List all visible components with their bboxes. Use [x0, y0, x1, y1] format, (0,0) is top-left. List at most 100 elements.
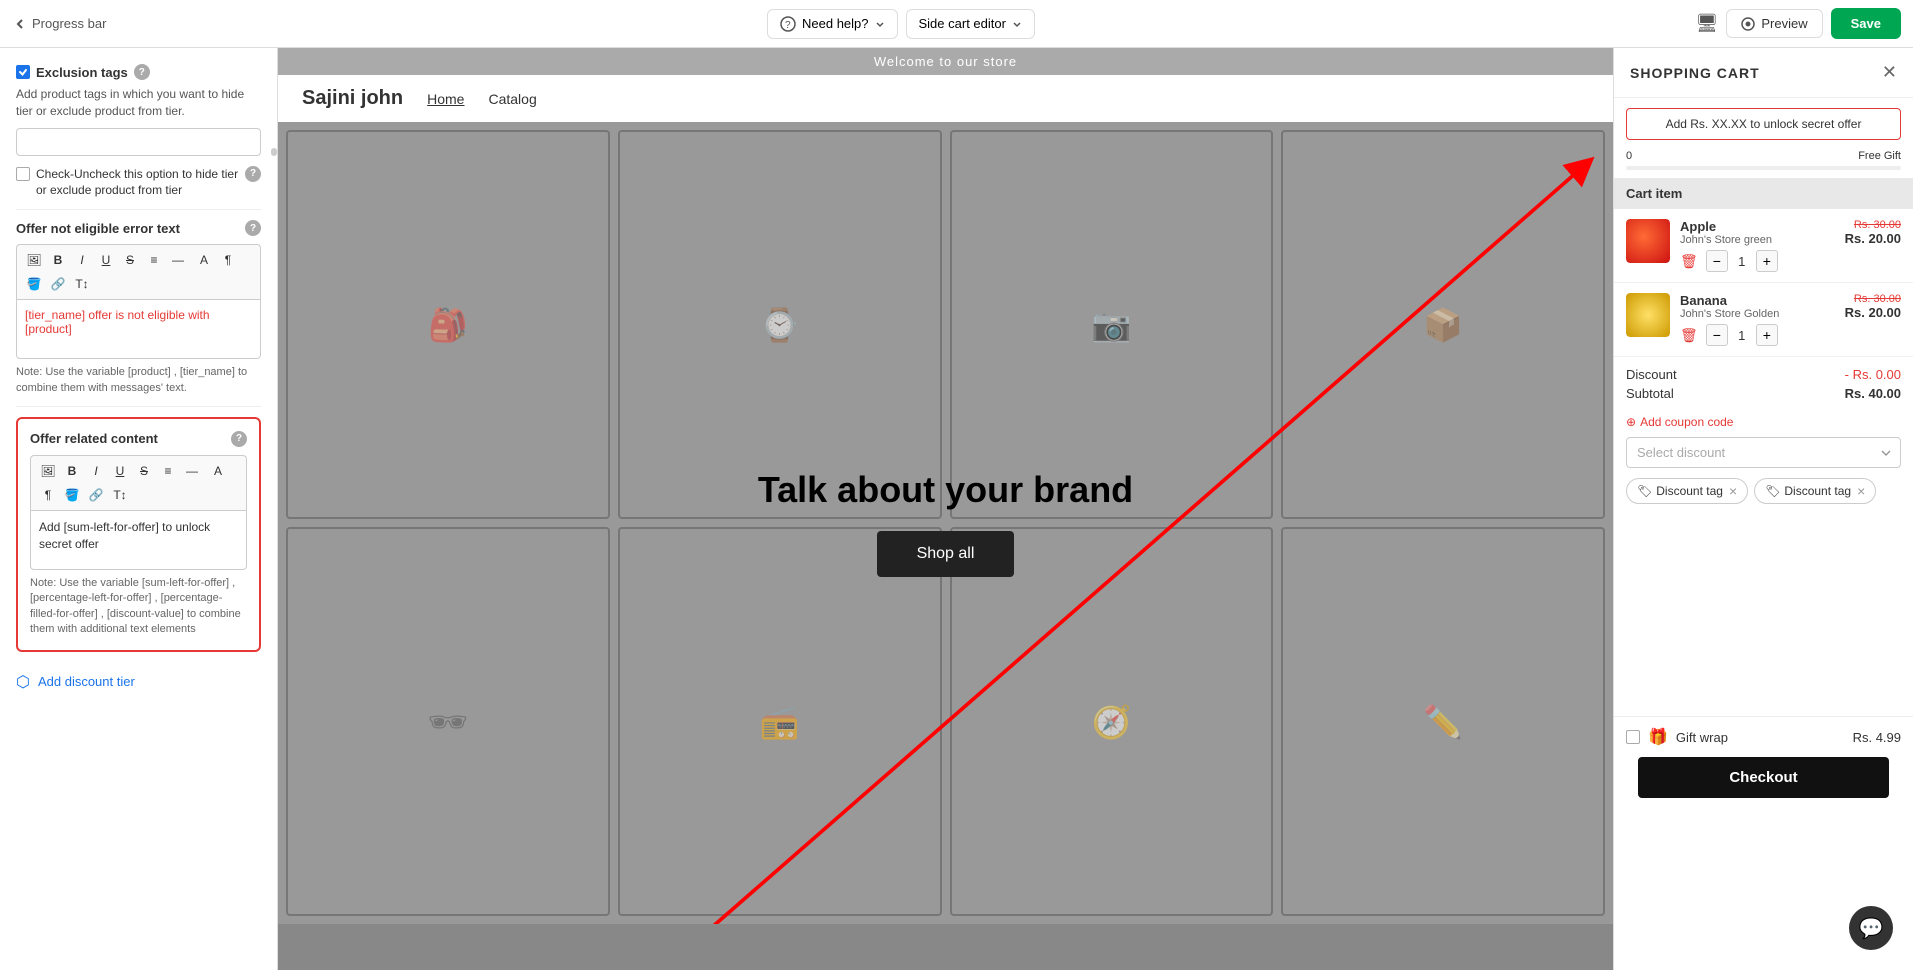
banana-new-price: Rs. 20.00 [1845, 305, 1901, 320]
exclusion-tags-help[interactable]: ? [134, 64, 150, 80]
offer-toolbar-align-btn[interactable]: ≡ [157, 460, 179, 482]
hero-shop-all-button[interactable]: Shop all [877, 531, 1015, 577]
offer-toolbar-underline-btn[interactable]: U [109, 460, 131, 482]
store-logo: Sajini john [302, 87, 403, 110]
offer-toolbar-italic-btn[interactable]: I [85, 460, 107, 482]
monitor-icon[interactable]: 🖥 [1696, 13, 1719, 34]
banana-qty-decrease[interactable]: − [1706, 324, 1728, 346]
cart-spacer [1614, 516, 1913, 716]
secret-offer-text: Add Rs. XX.XX to unlock secret offer [1666, 117, 1862, 131]
add-coupon-label: Add coupon code [1640, 415, 1733, 429]
apple-old-price: Rs. 30.00 [1845, 219, 1901, 231]
gift-wrap-left: 🎁 Gift wrap [1626, 727, 1728, 747]
save-button[interactable]: Save [1831, 8, 1901, 39]
offer-toolbar-bold-btn[interactable]: B [61, 460, 83, 482]
checkout-button[interactable]: Checkout [1638, 757, 1889, 798]
svg-text:?: ? [785, 20, 791, 31]
apple-item-qty: 🗑 − 1 + [1680, 250, 1835, 272]
apple-pricing: Rs. 30.00 Rs. 20.00 [1845, 219, 1901, 246]
toolbar-fill-btn[interactable]: 🪣 [23, 273, 45, 295]
discount-value: - Rs. 0.00 [1845, 367, 1901, 382]
offer-toolbar-strike-btn[interactable]: S [133, 460, 155, 482]
banana-trash-icon[interactable]: 🗑 [1680, 327, 1698, 344]
check-uncheck-help[interactable]: ? [245, 166, 261, 182]
exclusion-tags-description: Add product tags in which you want to hi… [16, 86, 261, 120]
topbar-right: 🖥 Preview Save [1696, 8, 1901, 39]
offer-text-content: Add [sum-left-for-offer] to unlock secre… [39, 520, 210, 551]
cart-items-header: Cart item [1614, 178, 1913, 209]
discount-tags: 🏷 Discount tag × 🏷 Discount tag × [1614, 478, 1913, 504]
need-help-button[interactable]: ? Need help? [767, 9, 898, 39]
tag-2-icon: 🏷 [1765, 484, 1780, 498]
exclusion-tags-input[interactable] [16, 128, 261, 156]
discount-select[interactable]: Select discount [1626, 437, 1901, 468]
toolbar-underline-btn[interactable]: U [95, 249, 117, 271]
need-help-label: Need help? [802, 16, 869, 31]
banana-image [1626, 293, 1670, 337]
banana-item-name: Banana [1680, 293, 1835, 308]
banana-item-info: Banana John's Store Golden 🗑 − 1 + [1680, 293, 1835, 346]
banana-img-visual [1626, 293, 1670, 337]
nav-home-link[interactable]: Home [427, 91, 464, 107]
nav-catalog-link[interactable]: Catalog [488, 91, 536, 107]
preview-label: Preview [1761, 16, 1807, 31]
offer-toolbar-image-btn[interactable]: 🖼 [37, 460, 59, 482]
preview-area: Welcome to our store Sajini john Home Ca… [278, 48, 1613, 970]
sketch-radio: 📻 [618, 527, 942, 916]
add-discount-tier-button[interactable]: ⬡ Add discount tier [16, 664, 261, 700]
toolbar-image-btn[interactable]: 🖼 [23, 249, 45, 271]
preview-button[interactable]: Preview [1726, 9, 1822, 38]
tag-1-label: Discount tag [1656, 484, 1723, 498]
toolbar-strike-btn[interactable]: S [119, 249, 141, 271]
offer-toolbar-t-btn[interactable]: T↕ [109, 484, 131, 506]
apple-trash-icon[interactable]: 🗑 [1680, 253, 1698, 270]
offer-error-help[interactable]: ? [245, 220, 261, 236]
add-coupon-button[interactable]: ⊕ Add coupon code [1626, 415, 1901, 429]
discount-tag-2[interactable]: 🏷 Discount tag × [1754, 478, 1876, 504]
add-coupon-icon: ⊕ [1626, 415, 1636, 429]
offer-related-help[interactable]: ? [231, 431, 247, 447]
add-discount-tier-icon: ⬡ [16, 672, 30, 692]
main-layout: Exclusion tags ? Add product tags in whi… [0, 48, 1913, 970]
gift-wrap-checkbox[interactable] [1626, 730, 1640, 744]
banana-qty-increase[interactable]: + [1756, 324, 1778, 346]
toolbar-bold-btn[interactable]: B [47, 249, 69, 271]
toolbar-italic-btn[interactable]: I [71, 249, 93, 271]
toolbar-color-btn[interactable]: A [193, 249, 215, 271]
apple-item-store: John's Store green [1680, 234, 1835, 246]
sketch-pencil: ✏️ [1281, 527, 1605, 916]
tag-1-close[interactable]: × [1729, 483, 1737, 499]
sketch-glasses: 🕶 [286, 527, 610, 916]
apple-qty-decrease[interactable]: − [1706, 250, 1728, 272]
error-text-note: Note: Use the variable [product] , [tier… [16, 365, 261, 396]
cart-close-button[interactable]: ✕ [1882, 62, 1897, 83]
toolbar-hr-btn[interactable]: — [167, 249, 189, 271]
progress-left: 0 [1626, 150, 1632, 162]
toolbar-para-btn[interactable]: ¶ [217, 249, 239, 271]
toolbar-link-btn[interactable]: 🔗 [47, 273, 69, 295]
apple-qty-increase[interactable]: + [1756, 250, 1778, 272]
offer-toolbar-hr-btn[interactable]: — [181, 460, 203, 482]
offer-toolbar-link-btn[interactable]: 🔗 [85, 484, 107, 506]
error-text-toolbar: 🖼 B I U S ≡ — A ¶ 🪣 🔗 T↕ [16, 244, 261, 299]
offer-toolbar-fill-btn[interactable]: 🪣 [61, 484, 83, 506]
offer-toolbar-color-btn[interactable]: A [207, 460, 229, 482]
discount-tag-1[interactable]: 🏷 Discount tag × [1626, 478, 1748, 504]
back-button[interactable]: Progress bar [12, 16, 106, 32]
banana-pricing: Rs. 30.00 Rs. 20.00 [1845, 293, 1901, 320]
side-cart-editor-button[interactable]: Side cart editor [906, 9, 1035, 39]
offer-related-header: Offer related content ? [30, 431, 247, 447]
check-uncheck-checkbox[interactable] [16, 167, 30, 181]
discount-row: Discount - Rs. 0.00 [1626, 367, 1901, 382]
chat-bubble-button[interactable]: 💬 [1849, 906, 1893, 950]
hero-area: 🎒 ⌚ 📷 📦 🕶 📻 🧭 ✏️ [278, 122, 1613, 924]
tag-2-close[interactable]: × [1857, 483, 1865, 499]
banana-item-qty: 🗑 − 1 + [1680, 324, 1835, 346]
exclusion-tags-header: Exclusion tags ? [16, 64, 261, 80]
toolbar-align-btn[interactable]: ≡ [143, 249, 165, 271]
offer-toolbar-para-btn[interactable]: ¶ [37, 484, 59, 506]
offer-text-editor[interactable]: Add [sum-left-for-offer] to unlock secre… [30, 510, 247, 570]
exclusion-tags-checkbox[interactable] [16, 65, 30, 79]
error-text-editor[interactable]: [tier_name] offer is not eligible with [… [16, 299, 261, 359]
toolbar-t-btn[interactable]: T↕ [71, 273, 93, 295]
